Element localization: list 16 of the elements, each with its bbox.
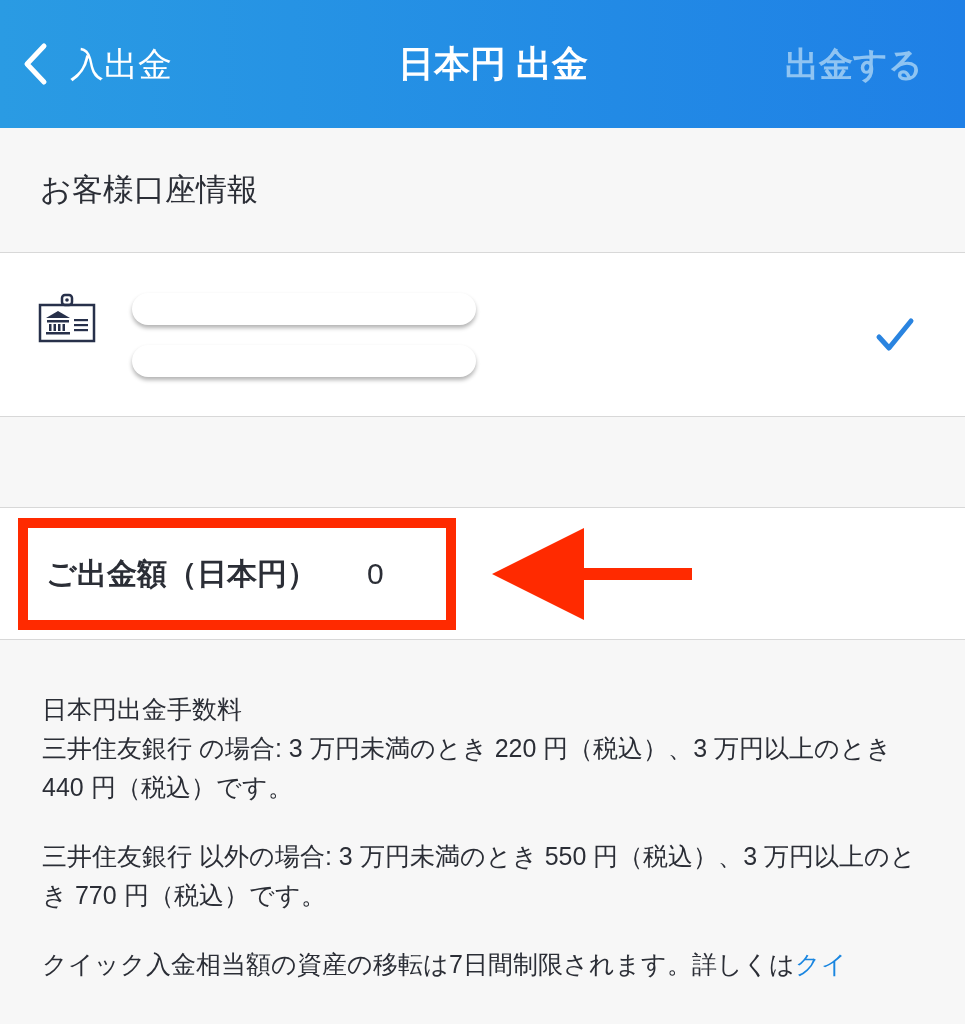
amount-value: 0: [367, 556, 384, 592]
fee-title: 日本円出金手数料: [42, 694, 243, 725]
amount-field[interactable]: ご出金額（日本円） 0: [18, 517, 456, 630]
back-label: 入出金: [70, 43, 172, 85]
back-chevron-icon: [22, 42, 48, 86]
pointer-arrow-icon: [492, 527, 692, 620]
back-button[interactable]: 入出金: [22, 38, 172, 90]
screen-title: 日本円 出金: [398, 42, 589, 86]
fee-paragraph: クイック入金相当額の資産の移転は7日間制限されます。詳しくは クイ: [42, 949, 848, 980]
fee-paragraph: 三井住友銀行 の場合: 3 万円未満のとき 220 円（税込）、3 万円以上のとき 440 円（税込）です。: [42, 733, 894, 803]
details-link[interactable]: クイ: [794, 950, 847, 978]
amount-label: ご出金額（日本円）: [46, 556, 317, 592]
section-title: お客様口座情報: [40, 170, 258, 209]
bank-card-icon: [38, 293, 96, 343]
fee-paragraph: 三井住友銀行 以外の場合: 3 万円未満のとき 550 円（税込）、3 万円以上のとき 770 円（税込）です。: [42, 841, 918, 911]
bank-account-row[interactable]: [0, 253, 965, 417]
